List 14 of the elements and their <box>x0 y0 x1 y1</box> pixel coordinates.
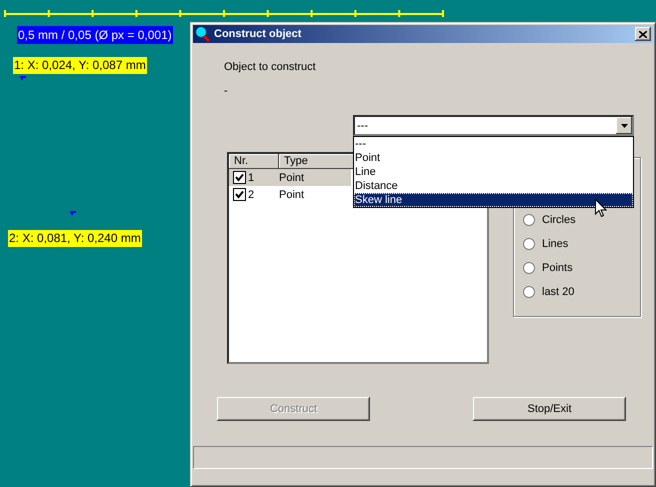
row-number: 2 <box>248 188 256 200</box>
radio-label: Circles <box>542 214 576 226</box>
scale-label: 0,5 mm / 0,05 (Ø px = 0,001) <box>17 26 173 44</box>
row-type: Point <box>279 188 304 200</box>
radio-label: Points <box>542 262 573 274</box>
row-number: 1 <box>248 172 256 184</box>
row-type: Point <box>279 172 304 184</box>
radio-label: Lines <box>542 238 568 250</box>
field-label: Object to construct <box>224 60 316 74</box>
point-label: 2: X: 0,081, Y: 0,240 mm <box>8 230 142 247</box>
point-label: 1: X: 0,024, Y: 0,087 mm <box>13 57 147 74</box>
window-title: Construct object <box>214 28 302 40</box>
radio-label: last 20 <box>542 286 574 298</box>
field-value: - <box>224 84 228 98</box>
